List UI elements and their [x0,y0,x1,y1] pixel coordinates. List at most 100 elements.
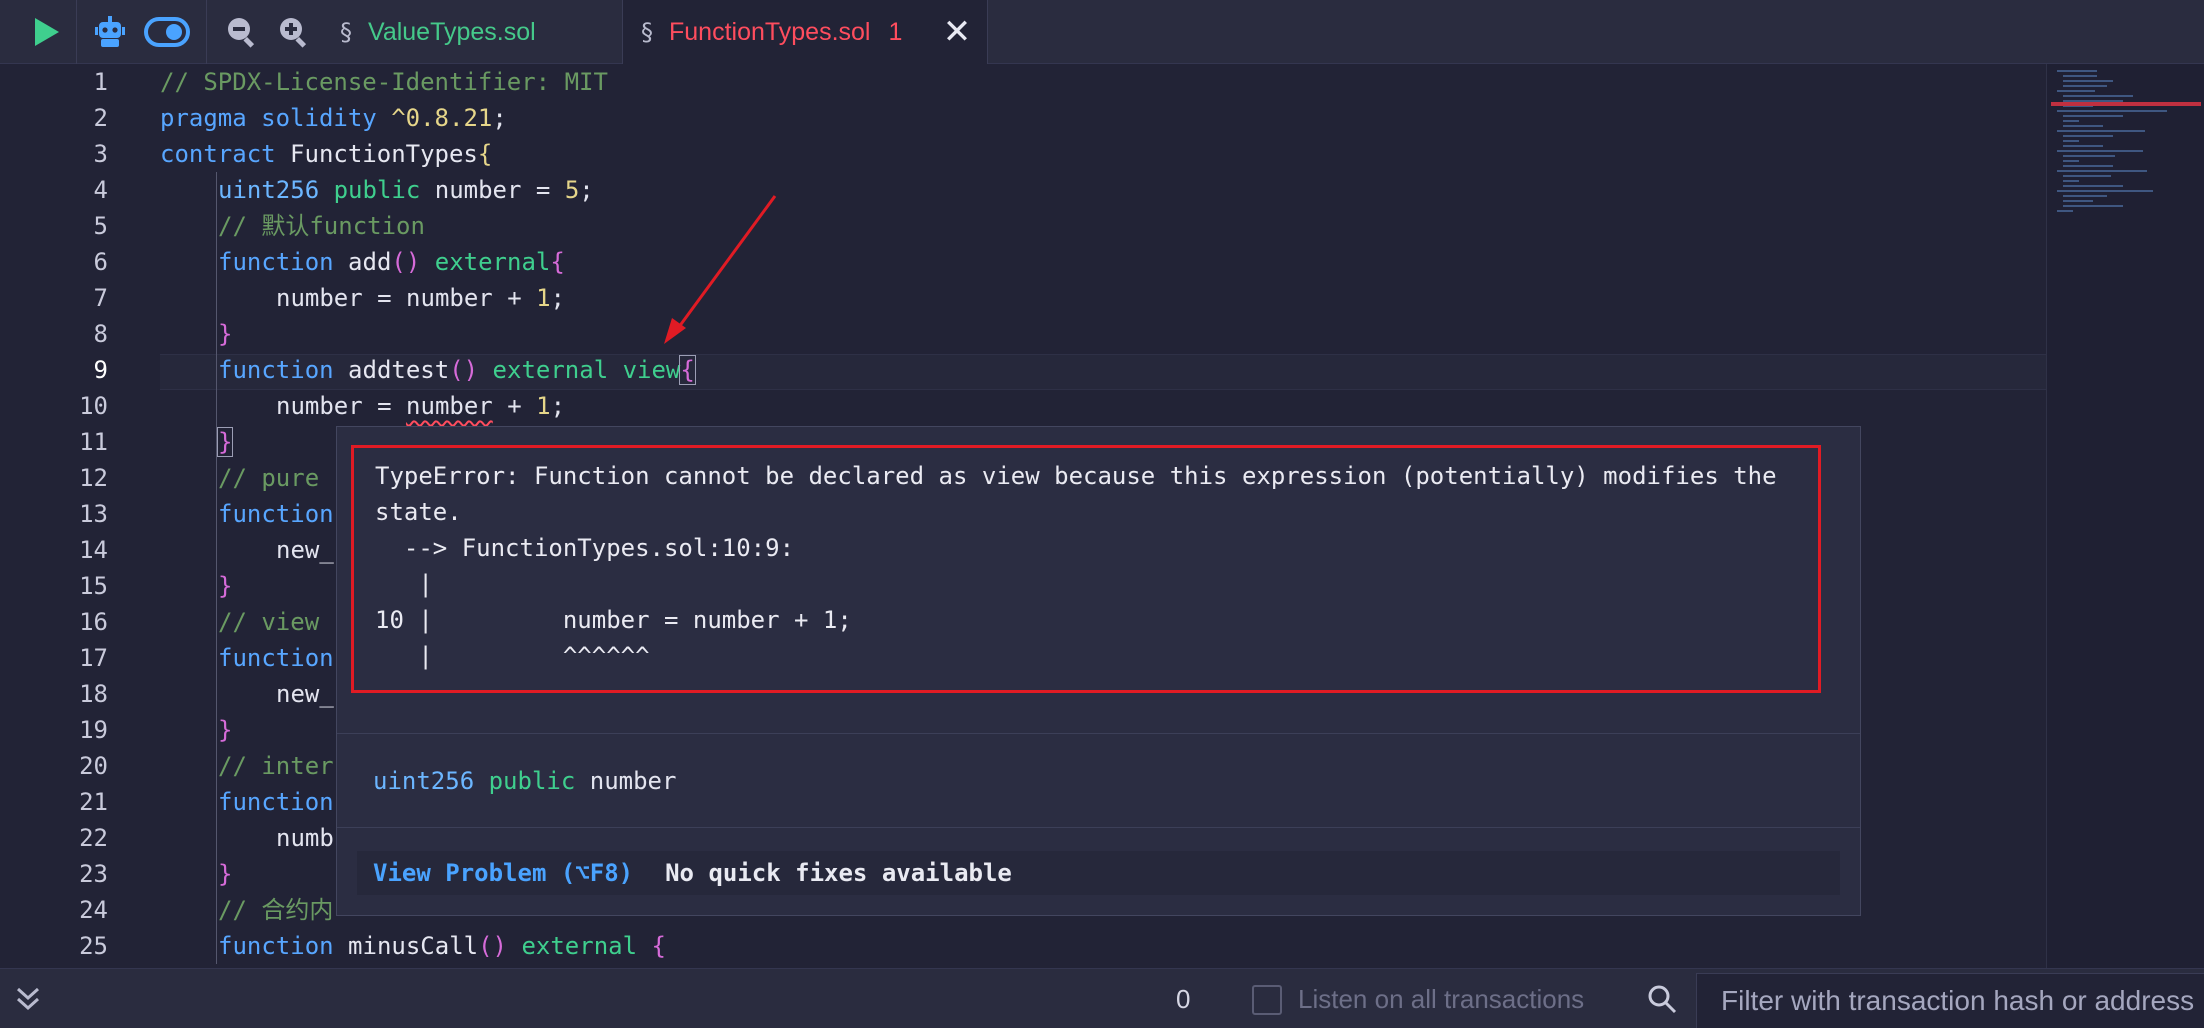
code-line-14: new_ [276,536,334,564]
line-number: 11 [79,428,108,456]
code-line-18: new_ [276,680,334,708]
line-number: 21 [79,788,108,816]
line-number: 5 [93,212,108,240]
line-number: 12 [79,464,108,492]
minimap-line [2057,170,2147,172]
code-line-7: number = number + 1; [276,284,565,312]
minimap-line [2057,90,2095,92]
error-line: | [375,570,433,598]
toolbar-divider [76,0,77,64]
code-line-25: function minusCall() external { [218,932,666,960]
line-number: 18 [79,680,108,708]
error-squiggle: number [406,392,493,420]
code-line-4: uint256 public number = 5; [218,176,594,204]
line-number: 10 [79,392,108,420]
line-number: 25 [79,932,108,960]
code-line-16: // view [218,608,320,636]
play-icon[interactable] [22,8,70,56]
line-number: 23 [79,860,108,888]
minimap-line [2063,175,2111,177]
minimap-line [2063,180,2079,182]
line-number: 2 [93,104,108,132]
minimap-line [2063,75,2097,77]
code-line-9: function addtest() external view{ [218,355,696,385]
line-number: 16 [79,608,108,636]
code-line-6: function add() external{ [218,248,565,276]
code-line-12: // pure [218,464,320,492]
line-number: 3 [93,140,108,168]
code-line-8: } [218,320,233,348]
code-line-17: function [218,644,334,672]
line-number: 17 [79,644,108,672]
minimap-line [2063,140,2079,142]
line-number: 14 [79,536,108,564]
code-line-1: // SPDX-License-Identifier: MIT [160,68,608,96]
tab-label: ValueTypes.sol [368,17,536,46]
pending-tx-count: 0 [1176,984,1191,1014]
indent-guide [216,370,217,406]
minimap-line [2063,165,2113,167]
line-number: 24 [79,896,108,924]
line-number: 19 [79,716,108,744]
minimap-line [2063,115,2123,117]
error-line: 10 | number = number + 1; [375,606,852,634]
error-line: | ^^^^^^ [375,642,650,670]
listen-all-transactions-label: Listen on all transactions [1298,984,1585,1014]
error-line: state. [375,498,462,526]
minimap-line [2057,210,2073,212]
robot-icon[interactable] [86,8,134,56]
hover-widget: TypeError: Function cannot be declared a… [336,426,1861,916]
close-icon[interactable]: ✕ [941,14,973,50]
minimap-line [2057,130,2145,132]
minimap-line [2063,95,2133,97]
code-line-5: // 默认function [218,212,425,240]
error-line: --> FunctionTypes.sol:10:9: [375,534,795,562]
code-line-3: contract FunctionTypes{ [160,140,493,168]
minimap-line [2063,80,2113,82]
minimap-line [2063,85,2107,87]
minimap[interactable] [2046,64,2204,968]
listen-all-transactions-checkbox[interactable] [1252,985,1282,1015]
symbol-signature: uint256 public number [373,767,677,795]
minimap-line [2063,160,2079,162]
line-number: 15 [79,572,108,600]
minimap-line [2063,195,2107,197]
code-line-24: // 合约内 [218,896,334,924]
minimap-line [2063,145,2103,147]
minimap-error-marker [2051,102,2201,106]
code-line-13: function [218,500,334,528]
code-line-10: number = number + 1; [276,392,566,420]
code-line-21: function [218,788,334,816]
line-number: 13 [79,500,108,528]
line-number: 22 [79,824,108,852]
tab-functiontypes[interactable]: § FunctionTypes.sol 1 ✕ [622,0,988,64]
view-problem-link[interactable]: View Problem (⌥F8) [373,859,633,887]
minimap-line [2063,120,2079,122]
line-number: 4 [93,176,108,204]
transaction-filter-input[interactable] [1696,973,2204,1028]
code-line-11: } [216,427,234,457]
minimap-line [2063,155,2115,157]
search-icon[interactable] [1646,983,1678,1015]
code-line-20: // inter [218,752,334,780]
code-line-22: numb [276,824,334,852]
minimap-line [2063,185,2123,187]
no-quick-fixes-label: No quick fixes available [665,859,1012,887]
error-line: TypeError: Function cannot be declared a… [375,462,1777,490]
chevron-double-down-icon[interactable] [12,983,44,1015]
minimap-line [2057,150,2143,152]
code-line-2: pragma solidity ^0.8.21; [160,104,507,132]
toggle-icon[interactable] [142,8,192,56]
minimap-line [2063,125,2103,127]
zoom-in-icon[interactable] [270,8,318,56]
line-number: 20 [79,752,108,780]
solidity-file-icon: § [641,18,653,46]
line-number: 6 [93,248,108,276]
tab-valuetypes[interactable]: § ValueTypes.sol [334,0,620,64]
code-line-15: } [218,572,233,600]
hover-status-bar: View Problem (⌥F8) No quick fixes availa… [357,851,1840,895]
zoom-out-icon[interactable] [218,8,266,56]
minimap-line [2057,110,2167,112]
code-line-23: } [218,860,233,888]
line-number: 8 [93,320,108,348]
